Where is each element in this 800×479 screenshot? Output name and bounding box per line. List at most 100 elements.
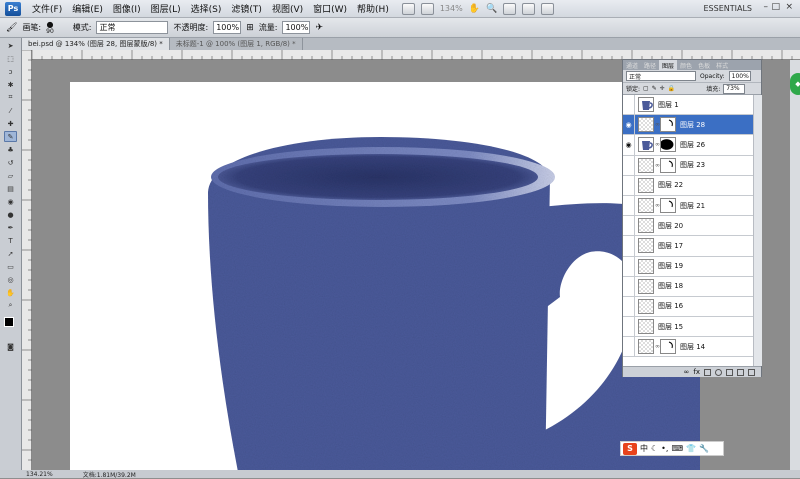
color-swatches[interactable] xyxy=(0,315,20,333)
link-layers-icon[interactable]: ∞ xyxy=(684,368,690,376)
panel-tab[interactable]: 色板 xyxy=(695,60,713,70)
panel-tab[interactable]: 通道 xyxy=(623,60,641,70)
layer-row[interactable]: 图层 1 xyxy=(623,95,753,116)
rotate-view-icon[interactable] xyxy=(503,2,517,15)
visibility-eye-icon[interactable] xyxy=(623,195,635,216)
lock-all-icon[interactable]: 🔒 xyxy=(668,85,675,92)
menu-item[interactable]: 选择(S) xyxy=(186,2,227,15)
visibility-eye-icon[interactable] xyxy=(623,276,635,297)
shape-tool-icon[interactable]: ▭ xyxy=(4,261,17,272)
layers-scrollbar[interactable] xyxy=(753,95,762,366)
menu-item[interactable]: 编辑(E) xyxy=(67,2,108,15)
lock-pixels-icon[interactable]: ✎ xyxy=(652,85,657,92)
mode-select[interactable]: 正常 xyxy=(96,21,169,34)
menu-item[interactable]: 图像(I) xyxy=(108,2,146,15)
layer-row[interactable]: 图层 17 xyxy=(623,235,753,257)
floating-assistant-icon[interactable]: ◆ xyxy=(790,73,800,95)
fill-field[interactable]: 73% xyxy=(723,83,746,94)
quick-mask-icon[interactable]: ◙ xyxy=(4,341,17,352)
eraser-tool-icon[interactable]: ▱ xyxy=(4,170,17,181)
history-brush-tool-icon[interactable]: ↺ xyxy=(4,157,17,168)
visibility-eye-icon[interactable] xyxy=(623,215,635,236)
punctuation-icon[interactable]: •, xyxy=(661,444,668,453)
layer-opacity-field[interactable]: 100% xyxy=(728,71,751,81)
document-canvas[interactable] xyxy=(70,82,700,470)
blur-tool-icon[interactable]: ◉ xyxy=(4,196,17,207)
keyboard-icon[interactable]: ⌨ xyxy=(671,444,683,453)
dodge-tool-icon[interactable]: ● xyxy=(4,209,17,220)
layer-row[interactable]: ∞ 图层 23 xyxy=(623,155,753,176)
minimize-button[interactable]: – xyxy=(764,2,769,12)
add-mask-icon[interactable] xyxy=(704,368,711,376)
skin-icon[interactable]: 👕 xyxy=(686,444,696,453)
screen-mode-icon[interactable] xyxy=(541,2,555,15)
layer-mask-thumbnail[interactable] xyxy=(660,198,676,214)
layer-mask-thumbnail[interactable] xyxy=(660,339,676,355)
type-tool-icon[interactable]: T xyxy=(4,235,17,246)
3d-rotate-tool-icon[interactable]: ◎ xyxy=(4,274,17,285)
panel-tab[interactable]: 颜色 xyxy=(677,60,695,70)
visibility-eye-icon[interactable] xyxy=(623,235,635,256)
path-selection-tool-icon[interactable]: ➚ xyxy=(4,248,17,259)
zoom-tool-icon[interactable]: ⌕ xyxy=(4,300,17,311)
arrange-documents-icon[interactable] xyxy=(522,2,536,15)
brush-preset-picker[interactable]: ● 90 xyxy=(46,20,54,35)
workspace-switcher[interactable]: ESSENTIALS xyxy=(703,4,752,13)
crop-tool-icon[interactable]: ⌗ xyxy=(4,92,17,103)
brush-tool-icon[interactable]: 🖌 xyxy=(6,23,17,33)
sogou-logo-icon[interactable]: S xyxy=(623,442,637,455)
layer-row[interactable]: ◉ ∞ 图层 26 xyxy=(623,134,753,156)
canvas-vertical-scrollbar[interactable] xyxy=(790,60,800,470)
view-extras-icon[interactable] xyxy=(420,2,434,15)
layer-mask-thumbnail[interactable] xyxy=(660,157,676,173)
lasso-tool-icon[interactable]: ↄ xyxy=(4,66,17,77)
moon-icon[interactable]: ☾ xyxy=(651,444,658,453)
menu-item[interactable]: 滤镜(T) xyxy=(226,2,267,15)
healing-brush-tool-icon[interactable]: ✚ xyxy=(4,118,17,129)
layer-mask-thumbnail[interactable] xyxy=(660,137,676,153)
layer-row[interactable]: ∞ 图层 21 xyxy=(623,195,753,217)
visibility-eye-icon[interactable] xyxy=(623,316,635,337)
menu-item[interactable]: 帮助(H) xyxy=(352,2,394,15)
doc-tab-bei[interactable]: bei.psd @ 134% (图层 28, 图层蒙版/8) * xyxy=(22,38,170,50)
airbrush-icon[interactable]: ✈ xyxy=(315,23,323,33)
opacity-field[interactable]: 100% xyxy=(213,21,242,34)
layer-row[interactable]: 图层 22 xyxy=(623,175,753,196)
zoom-tool-icon[interactable]: 🔍 xyxy=(486,4,497,14)
doc-tab-untitled[interactable]: 未标题-1 @ 100% (图层 1, RGB/8) * xyxy=(170,38,303,50)
tablet-pressure-icon[interactable]: ⊞ xyxy=(246,23,254,33)
bridge-icon[interactable] xyxy=(401,2,415,15)
layer-row[interactable]: 图层 15 xyxy=(623,316,753,338)
hand-tool-icon[interactable]: ✋ xyxy=(4,287,17,298)
maximize-button[interactable]: □ xyxy=(771,2,780,12)
visibility-eye-icon[interactable] xyxy=(623,155,635,176)
new-group-icon[interactable] xyxy=(726,368,733,376)
new-layer-icon[interactable] xyxy=(737,368,744,376)
visibility-eye-icon[interactable]: ◉ xyxy=(623,134,635,155)
visibility-eye-icon[interactable] xyxy=(623,175,635,196)
menu-item[interactable]: 窗口(W) xyxy=(308,2,352,15)
layer-row[interactable]: ◉ ∞ 图层 28 xyxy=(623,114,753,136)
visibility-eye-icon[interactable] xyxy=(623,296,635,317)
brush-tool-icon[interactable]: ✎ xyxy=(4,131,17,142)
vertical-ruler[interactable] xyxy=(22,49,32,470)
adjustment-layer-icon[interactable] xyxy=(715,368,722,376)
blend-mode-select[interactable]: 正常 xyxy=(626,71,696,81)
lock-transparency-icon[interactable]: ▢ xyxy=(643,85,649,92)
hand-icon[interactable]: ✋ xyxy=(469,4,480,14)
ime-mode[interactable]: 中 xyxy=(640,443,648,454)
visibility-eye-icon[interactable] xyxy=(623,336,635,357)
lock-position-icon[interactable]: ✛ xyxy=(660,85,665,92)
delete-layer-icon[interactable] xyxy=(748,368,755,376)
panel-tab[interactable]: 路径 xyxy=(641,60,659,70)
pen-tool-icon[interactable]: ✒ xyxy=(4,222,17,233)
menu-item[interactable]: 视图(V) xyxy=(267,2,308,15)
gradient-tool-icon[interactable]: ▤ xyxy=(4,183,17,194)
marquee-tool-icon[interactable]: ⬚ xyxy=(4,53,17,64)
visibility-eye-icon[interactable]: ◉ xyxy=(623,114,635,135)
visibility-eye-icon[interactable] xyxy=(623,95,635,115)
foreground-color-swatch[interactable] xyxy=(4,317,14,327)
layer-mask-thumbnail[interactable] xyxy=(660,117,676,133)
panel-tab[interactable]: 图层 xyxy=(659,60,678,70)
menu-item[interactable]: 图层(L) xyxy=(146,2,186,15)
